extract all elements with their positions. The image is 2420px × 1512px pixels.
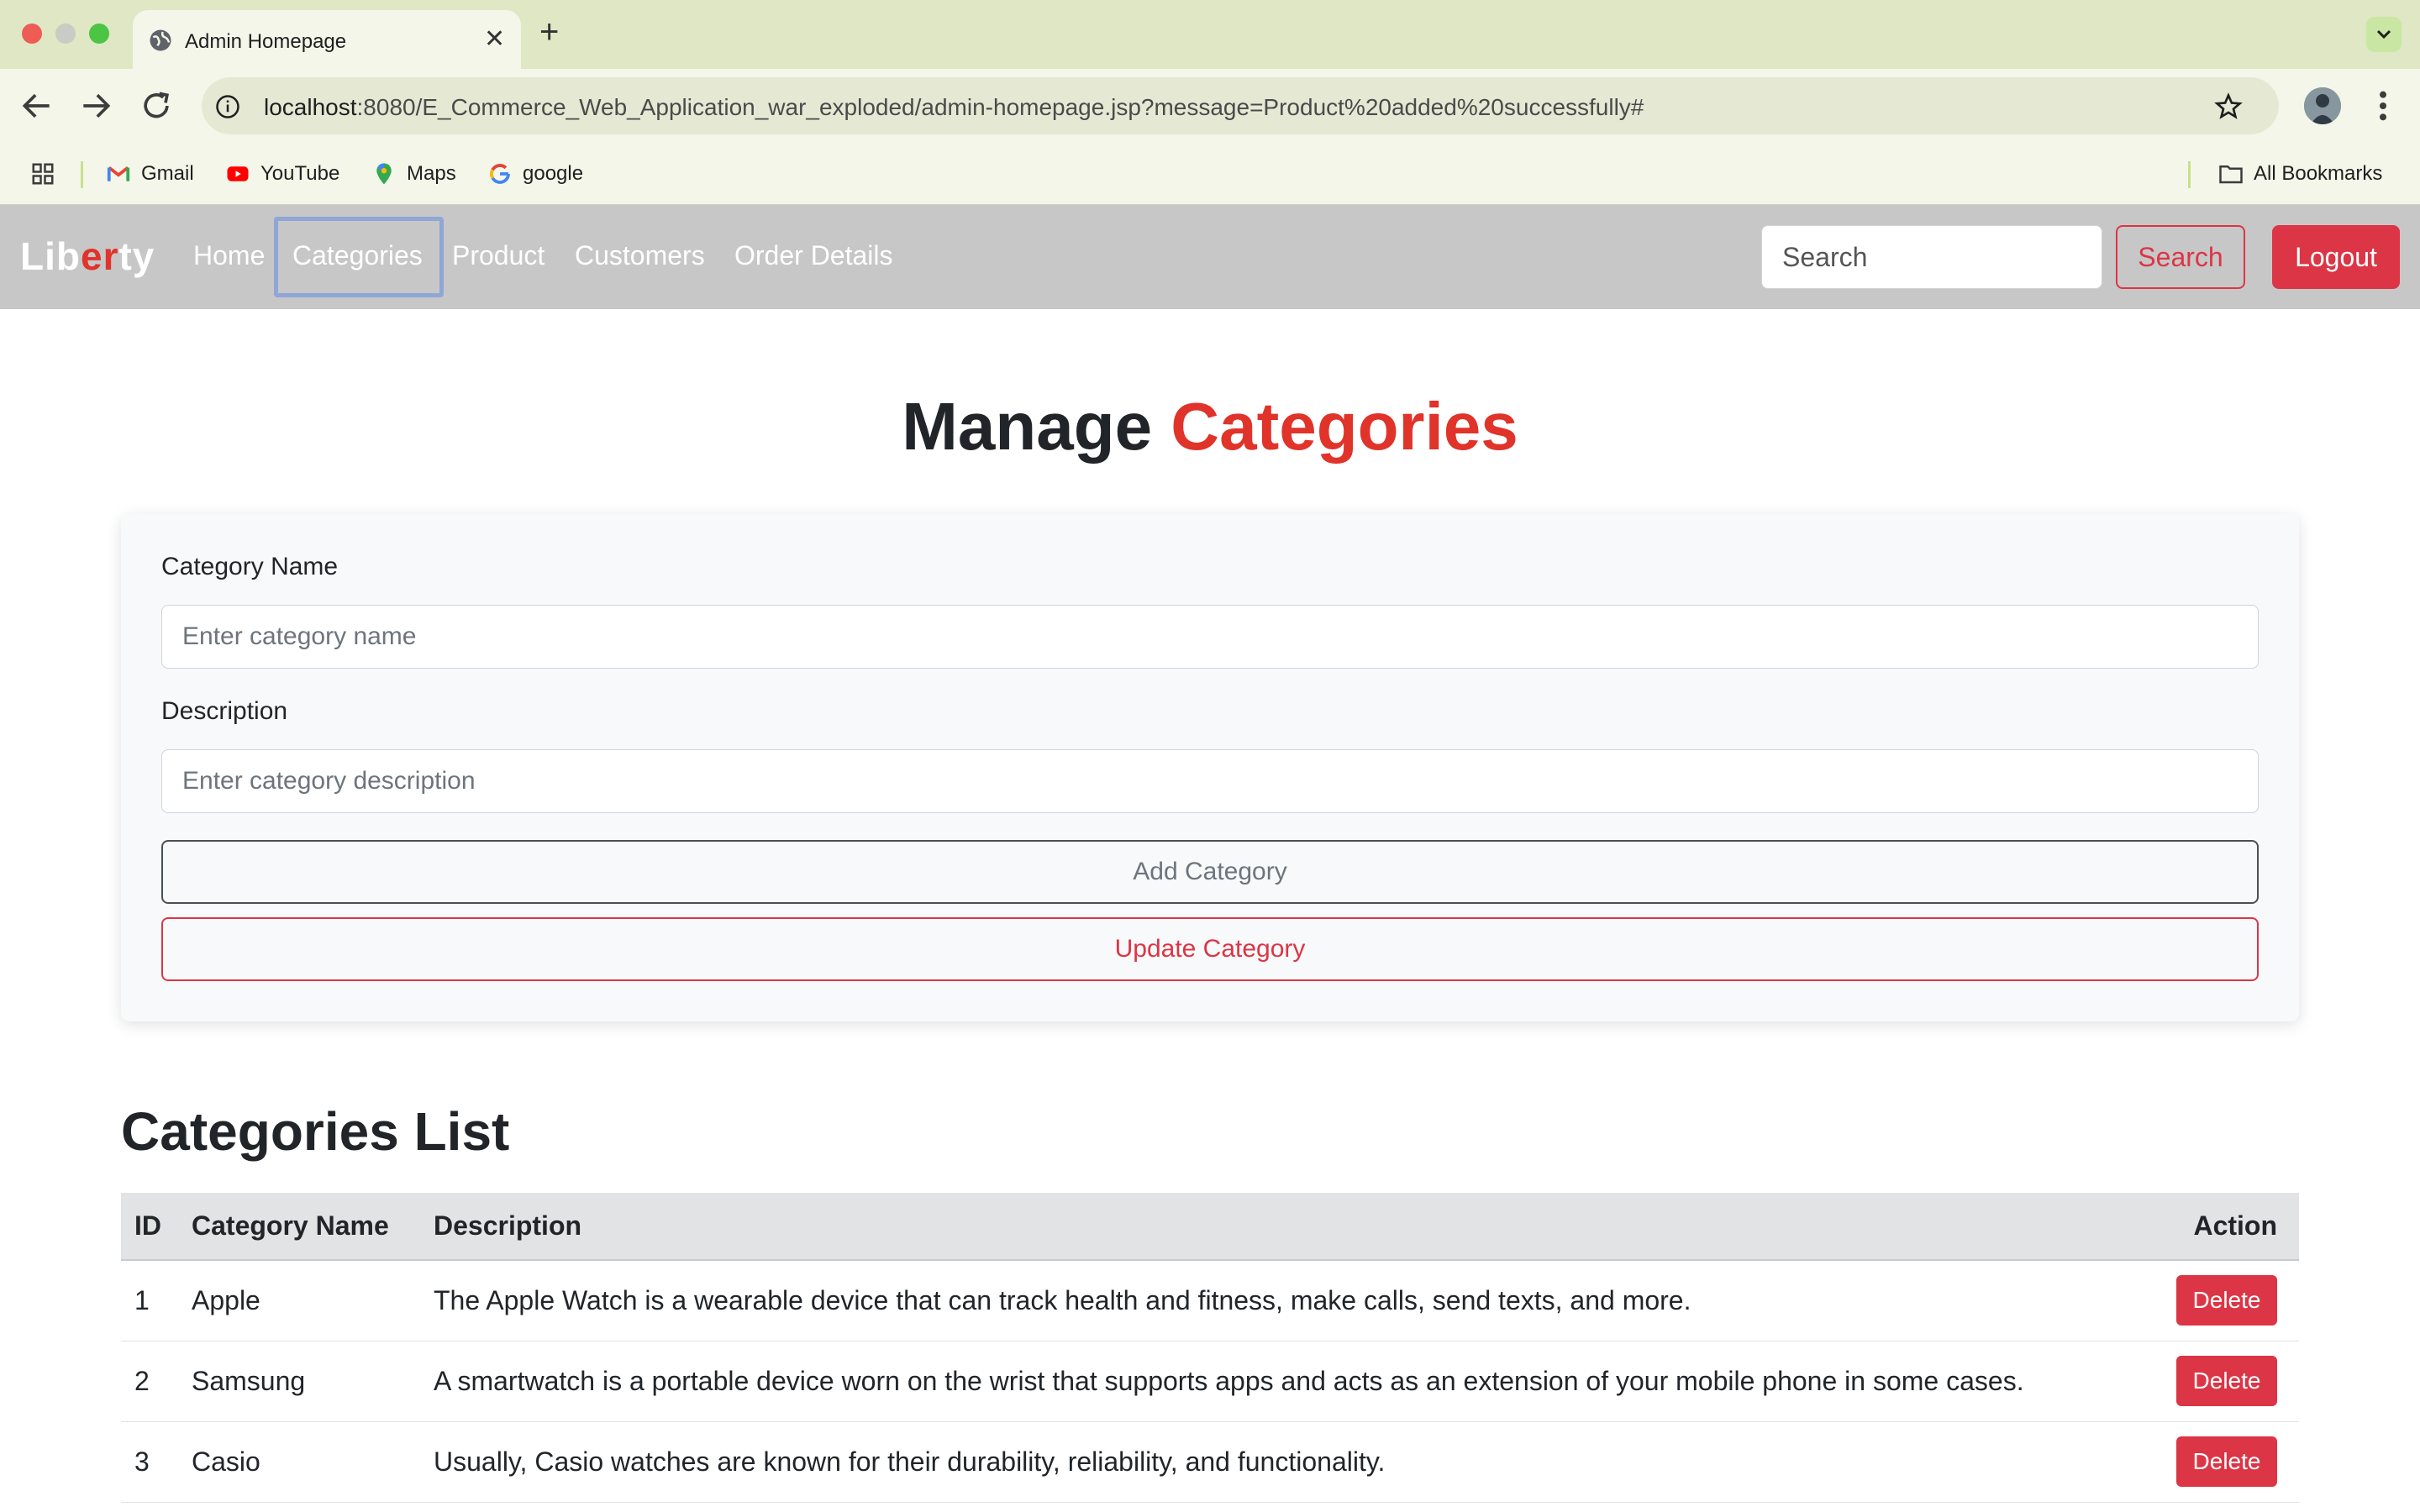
gmail-icon — [107, 166, 130, 181]
column-header-action: Action — [2131, 1193, 2299, 1261]
brand-logo[interactable]: Liberty — [20, 234, 155, 279]
maximize-window-icon[interactable] — [89, 24, 109, 44]
nav-link-customers[interactable]: Customers — [575, 240, 705, 271]
category-form-card: Category Name Description Add Category U… — [121, 514, 2299, 1021]
tab-search-button[interactable] — [2366, 17, 2402, 52]
avatar-icon — [2304, 87, 2341, 124]
page-title: Manage Categories — [0, 388, 2420, 465]
url-text: localhost:8080/E_Commerce_Web_Applicatio… — [264, 94, 1644, 121]
profile-avatar[interactable] — [2304, 87, 2341, 124]
bookmark-star-icon[interactable] — [2213, 92, 2244, 122]
bookmark-google[interactable]: google — [487, 161, 583, 186]
maps-pin-icon — [376, 163, 392, 185]
cell-id: 3 — [121, 1421, 178, 1503]
column-header-id: ID — [121, 1193, 178, 1261]
cell-name: Samsung — [178, 1341, 420, 1422]
browser-tab-bar: Admin Homepage ✕ + — [0, 0, 2420, 69]
folder-icon — [2219, 165, 2243, 184]
more-menu-icon[interactable] — [2373, 89, 2393, 123]
close-tab-icon[interactable]: ✕ — [484, 24, 505, 55]
back-arrow-icon[interactable] — [18, 87, 55, 124]
cell-action: Delete — [2131, 1421, 2299, 1503]
nav-link-product[interactable]: Product — [452, 240, 544, 271]
cell-id: 1 — [121, 1260, 178, 1341]
table-row: 2 Samsung A smartwatch is a portable dev… — [121, 1341, 2299, 1422]
google-icon — [490, 164, 510, 184]
minimize-window-icon[interactable] — [55, 24, 76, 44]
cell-description: A smartwatch is a portable device worn o… — [420, 1341, 2131, 1422]
cell-name: Apple — [178, 1260, 420, 1341]
apps-grid-icon[interactable] — [30, 161, 55, 186]
column-header-name: Category Name — [178, 1193, 420, 1261]
chevron-down-icon — [2376, 29, 2391, 39]
update-category-button[interactable]: Update Category — [161, 917, 2259, 981]
bookmark-label: Maps — [407, 162, 456, 185]
category-name-label: Category Name — [161, 553, 339, 580]
categories-table: ID Category Name Description Action 1 Ap… — [121, 1193, 2299, 1503]
search-button[interactable]: Search — [2116, 225, 2245, 289]
app-navbar: Liberty Home Categories Product Customer… — [0, 205, 2420, 309]
brand-text: ty — [118, 234, 155, 278]
delete-button[interactable]: Delete — [2176, 1436, 2277, 1487]
page-title-accent: Categories — [1171, 389, 1518, 464]
table-row: 3 Casio Usually, Casio watches are known… — [121, 1421, 2299, 1503]
bookmark-label: YouTube — [260, 162, 340, 185]
bookmark-label: Gmail — [141, 162, 194, 185]
nav-link-categories[interactable]: Categories — [292, 240, 423, 271]
cell-action: Delete — [2131, 1260, 2299, 1341]
address-bar[interactable]: localhost:8080/E_Commerce_Web_Applicatio… — [202, 77, 2279, 134]
browser-tab[interactable]: Admin Homepage ✕ — [133, 10, 521, 69]
nav-link-home[interactable]: Home — [193, 240, 265, 271]
description-input[interactable] — [161, 749, 2259, 813]
bookmark-gmail[interactable]: Gmail — [106, 161, 194, 186]
bookmarks-separator — [81, 161, 83, 188]
logout-button[interactable]: Logout — [2272, 225, 2400, 289]
bookmark-youtube[interactable]: YouTube — [225, 161, 339, 186]
bookmarks-separator — [2188, 161, 2191, 188]
url-path: :8080/E_Commerce_Web_Application_war_exp… — [356, 94, 1644, 120]
cell-action: Delete — [2131, 1341, 2299, 1422]
bookmarks-bar: Gmail YouTube Maps google All Bookmarks — [0, 143, 2420, 205]
category-name-input[interactable] — [161, 605, 2259, 669]
youtube-icon — [227, 166, 249, 181]
column-header-description: Description — [420, 1193, 2131, 1261]
categories-list-title: Categories List — [121, 1101, 510, 1162]
reload-icon[interactable] — [138, 87, 175, 124]
cell-id: 2 — [121, 1341, 178, 1422]
tab-title: Admin Homepage — [185, 30, 347, 53]
bookmark-label: google — [523, 162, 584, 185]
all-bookmarks-label: All Bookmarks — [2254, 162, 2383, 185]
new-tab-icon[interactable]: + — [539, 13, 559, 50]
table-header-row: ID Category Name Description Action — [121, 1193, 2299, 1261]
close-window-icon[interactable] — [22, 24, 42, 44]
browser-toolbar: localhost:8080/E_Commerce_Web_Applicatio… — [0, 69, 2420, 143]
nav-link-order-details[interactable]: Order Details — [734, 240, 893, 271]
url-host: localhost — [264, 94, 357, 120]
cell-description: Usually, Casio watches are known for the… — [420, 1421, 2131, 1503]
delete-button[interactable]: Delete — [2176, 1275, 2277, 1326]
site-info-icon[interactable] — [215, 94, 240, 119]
table-row: 1 Apple The Apple Watch is a wearable de… — [121, 1260, 2299, 1341]
delete-button[interactable]: Delete — [2176, 1356, 2277, 1406]
cell-description: The Apple Watch is a wearable device tha… — [420, 1260, 2131, 1341]
globe-icon — [150, 29, 171, 51]
description-label: Description — [161, 697, 288, 725]
bookmark-maps[interactable]: Maps — [371, 161, 456, 186]
brand-text: Lib — [20, 234, 81, 278]
search-input[interactable] — [1761, 225, 2102, 289]
all-bookmarks-button[interactable]: All Bookmarks — [2218, 161, 2382, 186]
cell-name: Casio — [178, 1421, 420, 1503]
brand-accent-text: er — [80, 234, 119, 278]
page-title-text: Manage — [902, 389, 1153, 464]
add-category-button[interactable]: Add Category — [161, 840, 2259, 904]
forward-arrow-icon[interactable] — [77, 87, 114, 124]
